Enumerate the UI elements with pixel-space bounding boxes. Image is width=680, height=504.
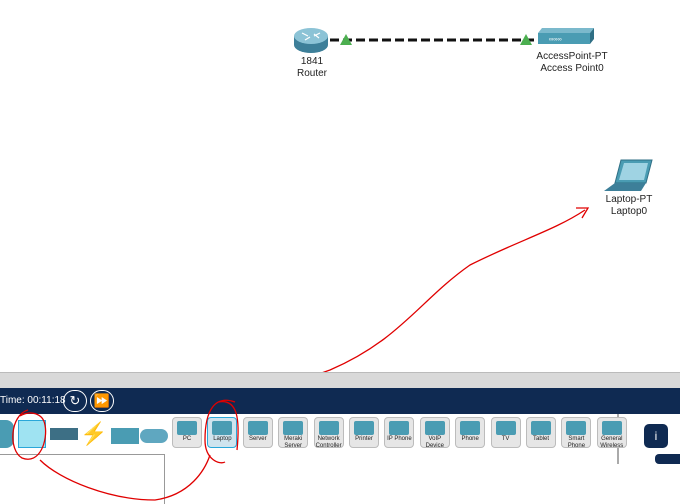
device-icon [389, 421, 410, 435]
workspace-canvas[interactable]: ∞∞∞ 1841 Router AccessPoint-PT Access Po… [0, 0, 680, 372]
info-icon[interactable]: i [644, 424, 668, 448]
router-model: 1841 [300, 56, 324, 67]
sim-time: Time: 00:11:18 [0, 395, 66, 406]
router-icon [294, 28, 328, 53]
splitter-bar[interactable] [0, 372, 680, 388]
device-type-network-controller[interactable]: Network Controller [313, 417, 344, 449]
laptop-name: Laptop0 [610, 206, 648, 217]
category-network-devices-icon[interactable] [0, 420, 14, 448]
panel-button[interactable] [655, 454, 680, 464]
device-icon [495, 421, 516, 435]
laptop-label: Laptop-PT Laptop0 [598, 194, 660, 218]
access-point-name: Access Point0 [540, 63, 604, 74]
device-label: PC [182, 436, 192, 442]
device-label: Phone [461, 436, 479, 442]
device-type-tablet[interactable]: Tablet [526, 417, 556, 448]
svg-text:∞∞∞: ∞∞∞ [549, 37, 562, 43]
subcategory-list [0, 454, 165, 504]
device-type-server[interactable]: Server [242, 417, 273, 448]
device-label: Meraki Server [284, 436, 303, 449]
device-type-ip-phone[interactable]: IP Phone [384, 417, 415, 448]
reset-time-button[interactable]: ↻ [63, 390, 87, 412]
device-label: VoIP Device [425, 436, 444, 449]
fast-forward-button[interactable]: ⏩ [90, 390, 114, 412]
device-icon [247, 421, 268, 435]
access-point-model: AccessPoint-PT [536, 51, 608, 62]
category-end-devices-icon[interactable] [18, 420, 46, 448]
simulation-bar: Time: 00:11:18 ↻ ⏩ [0, 388, 680, 414]
device-type-smart-phone[interactable]: Smart Phone [561, 417, 592, 449]
device-type-general-wireless[interactable]: General Wireless [596, 417, 627, 449]
device-icon [460, 421, 481, 435]
device-icon [531, 421, 551, 435]
category-misc-folder-icon[interactable] [111, 428, 139, 444]
device-label: Laptop [213, 436, 232, 442]
device-type-laptop[interactable]: Laptop [207, 417, 238, 448]
device-icon [566, 421, 587, 435]
router-name: Router [296, 68, 327, 79]
device-label: TV [501, 436, 510, 442]
device-label: Tablet [532, 436, 549, 442]
device-icon [424, 421, 445, 435]
access-point-label: AccessPoint-PT Access Point0 [532, 51, 612, 75]
category-connections-icon[interactable]: ⚡ [80, 420, 108, 448]
laptop-model: Laptop-PT [605, 194, 653, 205]
access-point-icon: ∞∞∞ [538, 28, 594, 44]
device-icon [283, 421, 304, 435]
device-label: Network Controller [315, 436, 342, 449]
device-type-tv[interactable]: TV [490, 417, 521, 448]
device-label: General Wireless [600, 436, 624, 449]
device-type-voip-device[interactable]: VoIP Device [419, 417, 450, 449]
annotation-arrow [322, 207, 590, 372]
category-multiuser-cloud-icon[interactable] [140, 429, 168, 443]
device-label: IP Phone [387, 436, 412, 442]
device-type-phone[interactable]: Phone [455, 417, 486, 448]
device-type-printer[interactable]: Printer [349, 417, 379, 448]
device-type-pc[interactable]: PC [172, 417, 202, 448]
device-icon [354, 421, 374, 435]
device-label: Smart Phone [567, 436, 586, 449]
device-label: Server [248, 436, 267, 442]
device-icon [318, 421, 339, 435]
device-icon [177, 421, 197, 435]
router-label: 1841 Router [290, 56, 334, 80]
device-icon [212, 421, 233, 435]
laptop-icon [604, 159, 653, 191]
device-icon [601, 421, 622, 435]
category-components-icon[interactable] [50, 428, 78, 440]
device-label: Printer [355, 436, 373, 442]
device-type-meraki-server[interactable]: Meraki Server [278, 417, 309, 449]
